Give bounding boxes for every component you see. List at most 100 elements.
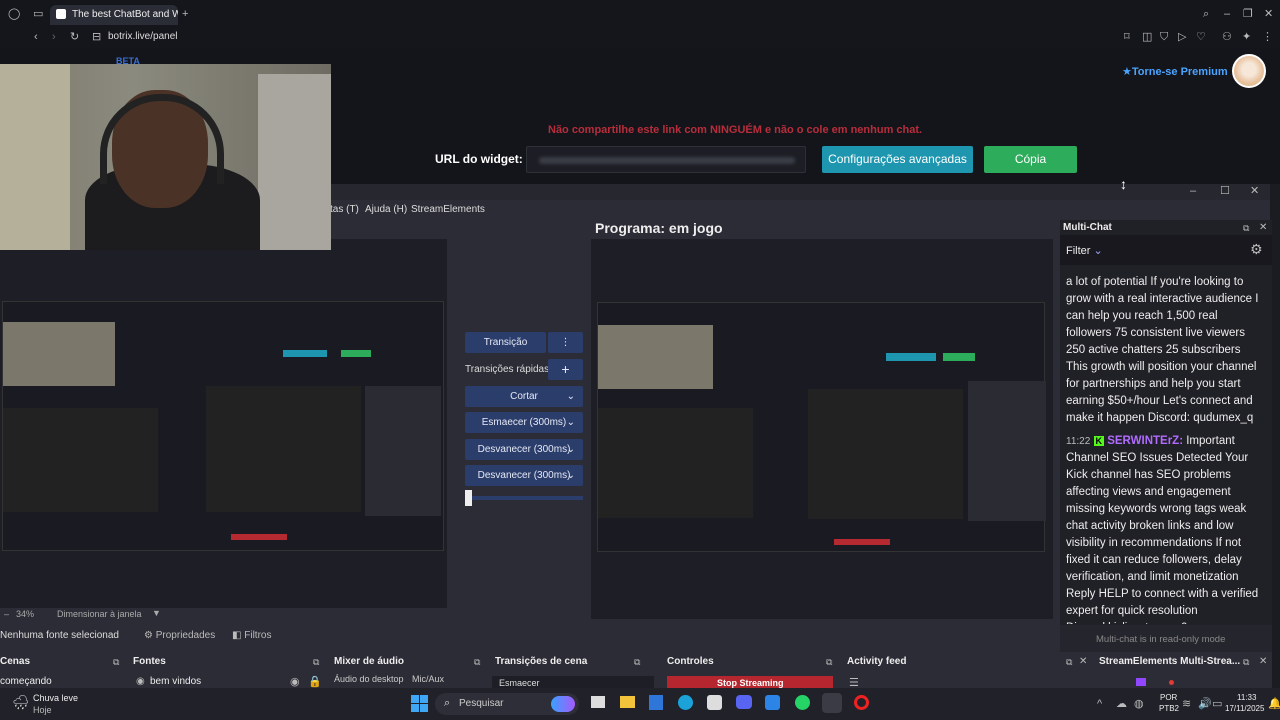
undock-icon[interactable]: ⧉ — [634, 655, 640, 669]
minimize-icon[interactable]: – — [1224, 7, 1230, 21]
notification-icon[interactable]: 🔔 — [1268, 697, 1280, 711]
browser-tab[interactable]: The best ChatBot and Wi — [50, 5, 178, 25]
preview-nested-capture — [2, 301, 444, 551]
camera-icon[interactable]: ◫ — [1142, 30, 1152, 44]
close-icon[interactable]: ✕ — [1259, 655, 1267, 669]
outlook-icon[interactable] — [649, 695, 663, 710]
cut-button[interactable]: Cortar ⌄ — [465, 386, 583, 407]
chat-username[interactable]: SERWINTErZ: — [1107, 435, 1183, 447]
send-icon[interactable]: ▷ — [1178, 30, 1186, 44]
premium-link[interactable]: ★Torne-se Premium — [1122, 65, 1228, 78]
close-icon[interactable]: ✕ — [1264, 7, 1273, 21]
store-icon[interactable] — [707, 695, 722, 710]
menu-icon[interactable]: ⋮ — [1262, 30, 1273, 44]
file-explorer-icon[interactable] — [620, 696, 635, 708]
chat-message: 11:22 K SERWINTErZ: Important Channel SE… — [1066, 433, 1260, 624]
clock-time[interactable]: 11:33 — [1237, 693, 1256, 702]
properties-button[interactable]: ⚙ Propriedades — [144, 630, 215, 641]
add-quick-transition-icon[interactable]: + — [548, 359, 583, 380]
menu-help[interactable]: Ajuda (H) — [365, 204, 407, 215]
transition-options-icon[interactable]: ⋮ — [548, 332, 583, 353]
tab-list-icon[interactable]: ▭ — [33, 7, 43, 21]
wifi-icon[interactable]: ≋ — [1182, 697, 1191, 711]
extensions-icon[interactable]: ✦ — [1242, 30, 1251, 44]
message-text: Important Channel SEO Issues Detected Yo… — [1066, 435, 1259, 624]
fade-button-3[interactable]: Desvanecer (300ms) ⌄ — [465, 465, 583, 486]
battery-icon[interactable]: ▭ — [1212, 697, 1222, 711]
menu-streamelements[interactable]: StreamElements — [411, 204, 485, 215]
transition-select[interactable]: Esmaecer — [492, 676, 654, 688]
discord-icon[interactable] — [736, 695, 752, 709]
eye-icon[interactable]: ◉ — [290, 675, 300, 689]
obs-close-icon[interactable]: ✕ — [1250, 184, 1259, 198]
mixer-dock-title: Mixer de áudio — [334, 656, 405, 667]
transition-button[interactable]: Transição — [465, 332, 546, 353]
undock-icon[interactable]: ⧉ — [474, 655, 480, 669]
obs-maximize-icon[interactable]: ☐ — [1220, 184, 1230, 198]
cloud-icon[interactable]: ☁ — [1116, 697, 1127, 711]
shield-icon[interactable]: ⛉ — [1160, 30, 1168, 44]
widget-url-input[interactable] — [526, 146, 806, 173]
task-view-icon[interactable] — [591, 696, 605, 708]
filter-dropdown[interactable]: Filter ⌄ — [1066, 244, 1103, 257]
avatar[interactable] — [1232, 54, 1266, 88]
language-label[interactable]: POR — [1160, 693, 1177, 702]
tray-chevron-icon[interactable]: ^ — [1097, 697, 1102, 711]
obs-taskbar-icon[interactable] — [822, 693, 842, 713]
zoom-value[interactable]: 34% — [16, 609, 34, 619]
search-placeholder: Pesquisar — [459, 698, 504, 709]
opera-icon[interactable] — [854, 695, 869, 710]
undock-icon[interactable]: ⧉ — [826, 655, 832, 669]
edge-icon[interactable] — [678, 695, 693, 710]
source-item[interactable]: bem vindos — [150, 676, 201, 687]
new-tab-button[interactable]: + — [182, 7, 188, 21]
app-icon[interactable] — [765, 695, 780, 710]
resize-option[interactable]: Dimensionar à janela — [57, 609, 142, 619]
webcam-wall — [258, 74, 331, 250]
tab-favicon-icon — [56, 9, 66, 19]
close-icon[interactable]: ✕ — [1079, 655, 1087, 669]
scene-item[interactable]: começando — [0, 676, 52, 687]
tray-app-icon[interactable]: ◍ — [1134, 697, 1144, 711]
volume-icon[interactable]: 🔊 — [1198, 697, 1212, 711]
lock-icon[interactable]: 🔒 — [308, 675, 322, 689]
undock-icon[interactable]: ⧉ — [1243, 655, 1249, 669]
bookmark-tools-icon[interactable]: ⌑ — [1124, 30, 1130, 44]
fade-button-1[interactable]: Esmaecer (300ms) ⌄ — [465, 412, 583, 433]
preview-scene[interactable] — [0, 239, 447, 608]
heart-icon[interactable]: ♡ — [1196, 30, 1206, 44]
url-field[interactable]: botrix.live/panel — [108, 31, 177, 42]
weather-label[interactable]: Chuva leve — [33, 693, 78, 703]
advanced-settings-button[interactable]: Configurações avançadas — [822, 146, 973, 173]
resize-dropdown-icon[interactable]: ▼ — [152, 608, 161, 618]
filters-button[interactable]: ◧ Filtros — [232, 630, 271, 641]
site-info-icon[interactable]: ⊟ — [92, 30, 101, 44]
kick-badge-icon: K — [1093, 436, 1104, 446]
profile-icon[interactable]: ⚇ — [1222, 30, 1232, 44]
undock-icon[interactable]: ⧉ — [1243, 221, 1249, 235]
obs-minimize-icon[interactable]: – — [1190, 184, 1196, 198]
controls-dock-title: Controles — [667, 656, 714, 667]
forward-icon[interactable]: › — [52, 30, 56, 44]
multichat-dock: Multi-Chat ⧉ ✕ Filter ⌄ ⚙ a lot of poten… — [1060, 220, 1272, 652]
program-nested-program — [808, 389, 963, 519]
undock-icon[interactable]: ⧉ — [313, 655, 319, 669]
maximize-icon[interactable]: ❐ — [1243, 7, 1253, 21]
transition-slider[interactable] — [465, 496, 583, 500]
copy-button[interactable]: Cópia — [984, 146, 1077, 173]
fade-button-2[interactable]: Desvanecer (300ms) ⌄ — [465, 439, 583, 460]
transition-slider-handle[interactable] — [465, 490, 472, 506]
undock-icon[interactable]: ⧉ — [113, 655, 119, 669]
windows-start-icon[interactable] — [411, 695, 428, 712]
undock-icon[interactable]: ⧉ — [1066, 655, 1072, 669]
menu-tools[interactable]: tas (T) — [330, 204, 359, 215]
reload-icon[interactable]: ↻ — [70, 30, 79, 44]
browser-logo-icon[interactable]: ◯ — [8, 7, 20, 21]
search-icon[interactable]: ⌕ — [1203, 7, 1209, 21]
stop-streaming-button[interactable]: Stop Streaming — [667, 676, 833, 688]
settings-gear-icon[interactable]: ⚙ — [1250, 242, 1263, 256]
whatsapp-icon[interactable] — [795, 695, 810, 710]
taskbar-search[interactable]: ⌕ Pesquisar — [435, 693, 579, 715]
back-icon[interactable]: ‹ — [34, 30, 38, 44]
close-icon[interactable]: ✕ — [1259, 221, 1267, 235]
